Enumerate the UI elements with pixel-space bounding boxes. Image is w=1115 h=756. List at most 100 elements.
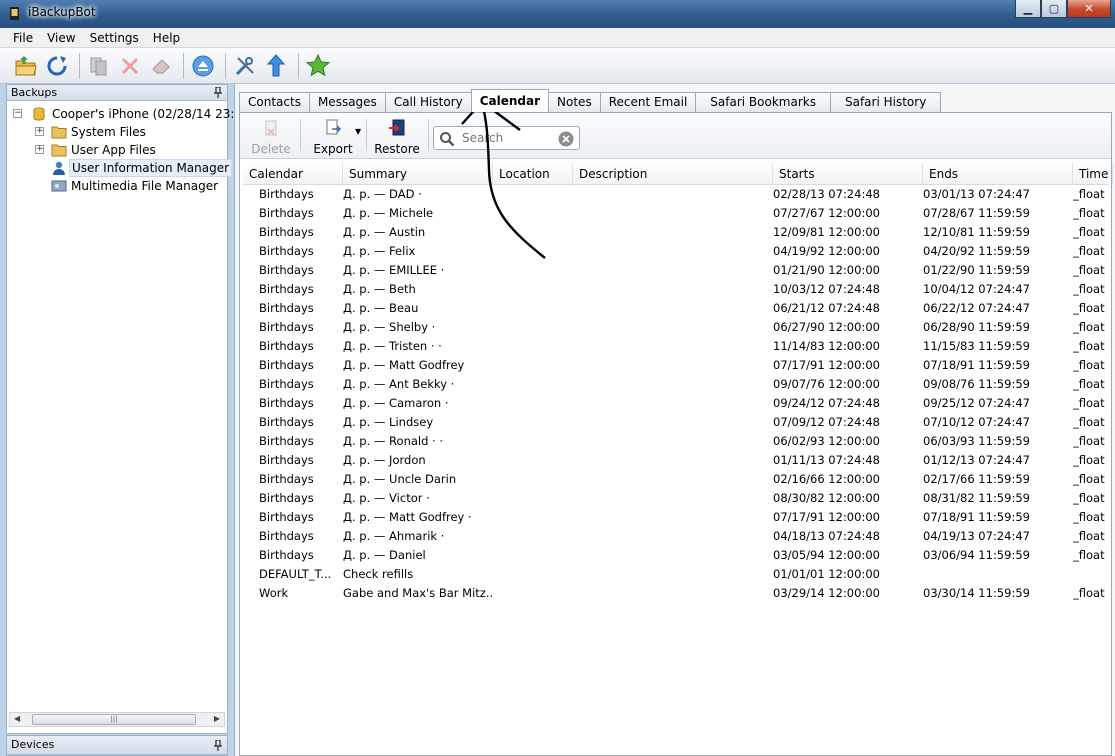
cell-calendar: Birthdays xyxy=(259,453,314,467)
maximize-button[interactable]: ▢ xyxy=(1041,0,1067,18)
tools-button[interactable] xyxy=(231,52,259,80)
table-row[interactable]: DEFAULT_T... Check refills 01/01/01 12:00:… xyxy=(243,565,1109,584)
tab-contacts[interactable]: Contacts xyxy=(239,92,310,112)
cell-ends: 07/10/12 07:24:47 xyxy=(923,415,1030,429)
table-row[interactable]: Birthdays Д. р. — Austin 12/09/81 12:00:00… xyxy=(243,223,1109,242)
tab-notes[interactable]: Notes xyxy=(548,92,601,112)
cell-starts: 06/02/93 12:00:00 xyxy=(773,434,880,448)
scrollbar-thumb[interactable]: ||| xyxy=(32,714,196,725)
erase-button[interactable] xyxy=(147,52,175,80)
cell-ends: 01/22/90 11:59:59 xyxy=(923,263,1030,277)
table-row[interactable]: Birthdays Д. р. — Camaron · 09/24/12 07:24… xyxy=(243,394,1109,413)
cell-time: _float xyxy=(1073,396,1105,410)
tab-messages[interactable]: Messages xyxy=(308,92,386,112)
tab-safari-history[interactable]: Safari History xyxy=(829,92,942,112)
app-icon xyxy=(10,7,19,20)
cell-time: _float xyxy=(1073,263,1105,277)
cell-summary: Д. р. — Michele xyxy=(343,206,434,220)
copy-button[interactable] xyxy=(85,52,113,80)
close-button[interactable]: ✕ xyxy=(1067,0,1111,18)
table-row[interactable]: Birthdays Д. р. — Victor · 08/30/82 12:00:… xyxy=(243,489,1109,508)
delete-button[interactable]: Delete xyxy=(244,119,298,156)
tab-recent-email[interactable]: Recent Email xyxy=(599,92,697,112)
table-row[interactable]: Birthdays Д. р. — Matt Godfrey · 07/17/91 … xyxy=(243,508,1109,527)
delete-button-label: Delete xyxy=(251,142,291,156)
table-row[interactable]: Birthdays Д. р. — Matt Godfrey 07/17/91 12… xyxy=(243,356,1109,375)
tab-calendar[interactable]: Calendar xyxy=(470,89,550,112)
export-dropdown-icon[interactable]: ▼ xyxy=(355,127,361,136)
column-header-ends[interactable]: Ends xyxy=(923,163,1073,185)
table-row[interactable]: Birthdays Д. р. — Beau 06/21/12 07:24:48 06… xyxy=(243,299,1109,318)
refresh-button[interactable] xyxy=(43,52,71,80)
cell-calendar: Birthdays xyxy=(259,358,314,372)
tab-safari-bookmarks[interactable]: Safari Bookmarks xyxy=(695,92,831,112)
column-header-description[interactable]: Description xyxy=(573,163,773,185)
scroll-right-icon[interactable]: ▶ xyxy=(214,714,220,723)
open-folder-button[interactable] xyxy=(12,52,40,80)
delete-toolbar-button[interactable] xyxy=(116,52,144,80)
table-row[interactable]: Birthdays Д. р. — EMILLEE · 01/21/90 12:00… xyxy=(243,261,1109,280)
table-row[interactable]: Birthdays Д. р. — Uncle Darin 02/16/66 12:… xyxy=(243,470,1109,489)
tab-call-history[interactable]: Call History xyxy=(384,92,472,112)
table-row[interactable]: Work Gabe and Max's Bar Mitz... 03/29/14 1… xyxy=(243,584,1109,603)
table-row[interactable]: Birthdays Д. р. — Tristen · · 11/14/83 12:… xyxy=(243,337,1109,356)
search-input[interactable] xyxy=(462,130,550,146)
favorite-button[interactable] xyxy=(304,52,332,80)
table-row[interactable]: Birthdays Д. р. — Beth 10/03/12 07:24:48 10… xyxy=(243,280,1109,299)
column-header-location[interactable]: Location xyxy=(493,163,573,185)
menu-settings[interactable]: Settings xyxy=(83,31,146,45)
tree-horizontal-scrollbar[interactable]: ◀ ||| ▶ xyxy=(9,712,225,727)
menu-help[interactable]: Help xyxy=(146,31,187,45)
export-button[interactable]: Export xyxy=(306,119,360,156)
folder-icon xyxy=(51,126,67,139)
pin-icon[interactable] xyxy=(214,740,222,751)
table-row[interactable]: Birthdays Д. р. — Felix 04/19/92 12:00:00 0… xyxy=(243,242,1109,261)
table-row[interactable]: Birthdays Д. р. — DAD · 02/28/13 07:24:48 0… xyxy=(243,185,1109,204)
grid-header: Calendar Summary Location Description Starts… xyxy=(243,163,1113,185)
tree-item-user-app-files[interactable]: + User App Files xyxy=(7,141,227,159)
table-row[interactable]: Birthdays Д. р. — Shelby · 06/27/90 12:00:… xyxy=(243,318,1109,337)
cell-ends: 06/28/90 11:59:59 xyxy=(923,320,1030,334)
cell-starts: 07/17/91 12:00:00 xyxy=(773,358,880,372)
table-row[interactable]: Birthdays Д. р. — Ahmarik · 04/18/13 07:24… xyxy=(243,527,1109,546)
cell-calendar: Birthdays xyxy=(259,472,314,486)
cell-calendar: Birthdays xyxy=(259,282,314,296)
table-row[interactable]: Birthdays Д. р. — Michele 07/27/67 12:00:0… xyxy=(243,204,1109,223)
column-header-summary[interactable]: Summary xyxy=(343,163,493,185)
cell-ends: 09/25/12 07:24:47 xyxy=(923,396,1030,410)
eject-button[interactable] xyxy=(189,52,217,80)
expand-icon[interactable]: + xyxy=(35,127,44,136)
column-header-starts[interactable]: Starts xyxy=(773,163,923,185)
collapse-icon[interactable]: − xyxy=(13,109,22,118)
calendar-tab-panel: Delete Export ▼ Restore Search Calendar … xyxy=(239,112,1113,756)
toolbar-separator xyxy=(79,52,80,79)
cell-starts: 06/27/90 12:00:00 xyxy=(773,320,880,334)
clear-search-icon[interactable] xyxy=(558,131,574,147)
action-separator xyxy=(366,119,367,151)
cell-starts: 01/21/90 12:00:00 xyxy=(773,263,880,277)
menu-file[interactable]: File xyxy=(6,31,40,45)
eject-icon xyxy=(192,55,214,76)
restore-button[interactable]: Restore xyxy=(370,119,424,156)
scroll-left-icon[interactable]: ◀ xyxy=(14,714,20,723)
expand-icon[interactable]: + xyxy=(35,145,44,154)
menu-view[interactable]: View xyxy=(40,31,82,45)
cell-starts: 12/09/81 12:00:00 xyxy=(773,225,880,239)
table-row[interactable]: Birthdays Д. р. — Ant Bekky · 09/07/76 12:… xyxy=(243,375,1109,394)
table-row[interactable]: Birthdays Д. р. — Lindsey 07/09/12 07:24:4… xyxy=(243,413,1109,432)
column-header-time[interactable]: Time xyxy=(1073,163,1113,185)
table-row[interactable]: Birthdays Д. р. — Ronald · · 06/02/93 12:0… xyxy=(243,432,1109,451)
tree-item-user-information-manager[interactable]: User Information Manager xyxy=(7,159,233,177)
table-row[interactable]: Birthdays Д. р. — Daniel 03/05/94 12:00:00… xyxy=(243,546,1109,565)
minimize-button[interactable]: ▁ xyxy=(1015,0,1041,18)
column-header-calendar[interactable]: Calendar xyxy=(243,163,343,185)
cell-calendar: Birthdays xyxy=(259,301,314,315)
tree-item-system-files[interactable]: + System Files xyxy=(7,123,227,141)
upload-button[interactable] xyxy=(262,52,290,80)
pin-icon[interactable] xyxy=(214,87,222,98)
tree-item-device[interactable]: − Cooper's iPhone (02/28/14 23:29: xyxy=(7,105,254,123)
cell-summary: Gabe and Max's Bar Mitz... xyxy=(343,586,493,600)
cell-starts: 09/07/76 12:00:00 xyxy=(773,377,880,391)
tree-item-multimedia-file-manager[interactable]: Multimedia File Manager xyxy=(7,177,227,195)
table-row[interactable]: Birthdays Д. р. — Jordon 01/11/13 07:24:48… xyxy=(243,451,1109,470)
